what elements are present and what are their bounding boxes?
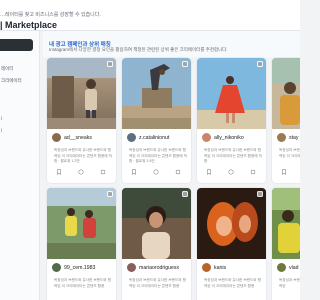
sidebar-item-creators-2[interactable]: 크리에이터 (1, 78, 22, 84)
instagram-icon (107, 191, 113, 197)
sidebar: 레이터 크리에이터 l l (0, 31, 40, 300)
avatar (202, 263, 211, 272)
card-actions (272, 169, 300, 177)
bookmark-icon[interactable] (131, 169, 137, 175)
creator-username[interactable]: mariaorodriguesx (139, 265, 179, 271)
card-actions (122, 169, 191, 177)
instagram-icon (107, 61, 113, 67)
main-content: 내 광고 캠페인과 상위 매칭 Instagram에서 다양한 결정 요인을 활… (43, 31, 300, 300)
instagram-icon (182, 191, 188, 197)
chat-icon[interactable] (153, 169, 159, 175)
avatar (52, 263, 61, 272)
creator-bio: 독창성과 브랜드와 유사한 브랜드와 협력된 이 크리에이터는 콘텐츠 활용에 … (204, 148, 262, 164)
creator-card[interactable]: z.catalinionut 독창성과 브랜드와 유사한 브랜드와 협력된 이 … (122, 58, 191, 183)
avatar (202, 133, 211, 142)
sidebar-item-4[interactable]: l (1, 128, 2, 133)
avatar (52, 133, 61, 142)
creator-photo[interactable] (197, 58, 266, 129)
card-actions (47, 169, 116, 177)
creator-profile[interactable]: 99_cem.1983 (52, 263, 95, 272)
creator-bio: 독창성과 브랜드와 유사한 브랜드와 협력된 이 크리에이터는 콘텐츠 활용 (204, 278, 261, 288)
card-actions (197, 169, 266, 177)
instagram-icon (182, 61, 188, 67)
creator-photo[interactable] (197, 188, 266, 259)
creator-card[interactable]: mariaorodriguesx 독창성과 브랜드와 유사한 브랜드와 협력된 … (122, 188, 191, 300)
creator-profile[interactable]: stay (277, 133, 299, 142)
creator-card[interactable]: 99_cem.1983 독창성과 브랜드와 유사한 브랜드와 협력된 이 크리에… (47, 188, 116, 300)
avatar (127, 133, 136, 142)
creator-card[interactable]: vlad 독창성과 브랜드와 유사한 브랜드와 협력된 (272, 188, 300, 300)
creator-photo[interactable] (47, 188, 116, 259)
creator-username[interactable]: z.catalinionut (139, 135, 169, 141)
creator-profile[interactable]: mariaorodriguesx (127, 263, 179, 272)
page-subtitle: …레이터를 찾고 비즈니스를 성장할 수 있습니다. (0, 12, 101, 18)
bookmark-icon[interactable] (206, 169, 212, 175)
creator-username[interactable]: 99_cem.1983 (64, 265, 95, 271)
page-title: | Marketplace (0, 20, 58, 30)
creator-card[interactable]: ad__sneaks 독창성과 브랜드와 유사한 브랜드와 협력된 이 크리에이… (47, 58, 116, 183)
creator-profile[interactable]: ally_nikoniko (202, 133, 244, 142)
creator-profile[interactable]: z.catalinionut (127, 133, 169, 142)
creator-photo[interactable] (47, 58, 116, 129)
creator-profile[interactable]: vlad (277, 263, 299, 272)
creator-username[interactable]: stay (289, 135, 299, 141)
creator-profile[interactable]: ad__sneaks (52, 133, 92, 142)
creator-card[interactable]: ally_nikoniko 독창성과 브랜드와 유사한 브랜드와 협력된 이 크… (197, 58, 266, 183)
creator-bio: 독창성과 브랜드와 유사한 브랜드와 협력된 (279, 278, 300, 288)
creator-username[interactable]: vlad (289, 265, 299, 271)
bookmark-icon[interactable] (56, 169, 62, 175)
creator-bio: 독창성과 브랜드와 유사한 브랜드와 협력된 이 크리에이터는 콘텐츠 활용 (129, 278, 186, 288)
creator-profile[interactable]: kanis (202, 263, 226, 272)
creator-photo[interactable] (122, 188, 191, 259)
section-description: Instagram에서 다양한 결정 요인을 활용하여 책정된 관련된 상위 좋… (49, 47, 228, 52)
creator-bio: 독창성과 브랜드와 유사한 브랜드와 협력된 이 크리에이터는 콘텐츠 활용에 … (129, 148, 187, 164)
sidebar-item-3[interactable]: l (1, 116, 2, 121)
creator-username[interactable]: kanis (214, 265, 226, 271)
avatar (127, 263, 136, 272)
instagram-icon (257, 61, 263, 67)
chat-icon[interactable] (78, 169, 84, 175)
sidebar-item-active[interactable] (0, 39, 33, 51)
top-bar: …레이터를 찾고 비즈니스를 성장할 수 있습니다. | Marketplace (0, 0, 300, 31)
creator-photo[interactable] (272, 188, 300, 259)
creator-bio: 독창성과 브랜드와 유사한 브랜드와 협력된 이 크리에이터 (279, 148, 300, 158)
chat-icon[interactable] (228, 169, 234, 175)
avatar (277, 133, 286, 142)
avatar (277, 263, 286, 272)
bookmark-icon[interactable] (281, 169, 287, 175)
creator-photo[interactable] (272, 58, 300, 129)
share-icon[interactable] (100, 169, 106, 175)
creator-bio: 독창성과 브랜드와 유사한 브랜드와 협력된 이 크리에이터는 콘텐츠 활용 (54, 278, 111, 288)
share-icon[interactable] (250, 169, 256, 175)
creator-photo[interactable] (122, 58, 191, 129)
creator-card[interactable]: kanis 독창성과 브랜드와 유사한 브랜드와 협력된 이 크리에이터는 콘텐… (197, 188, 266, 300)
creator-bio: 독창성과 브랜드와 유사한 브랜드와 협력된 이 크리에이터는 콘텐츠 활용에 … (54, 148, 112, 164)
sidebar-item-creators[interactable]: 레이터 (1, 66, 13, 72)
creator-username[interactable]: ally_nikoniko (214, 135, 244, 141)
creator-username[interactable]: ad__sneaks (64, 135, 92, 141)
instagram-icon (257, 191, 263, 197)
share-icon[interactable] (175, 169, 181, 175)
creator-card[interactable]: stay 독창성과 브랜드와 유사한 브랜드와 협력된 이 크리에이터 (272, 58, 300, 183)
